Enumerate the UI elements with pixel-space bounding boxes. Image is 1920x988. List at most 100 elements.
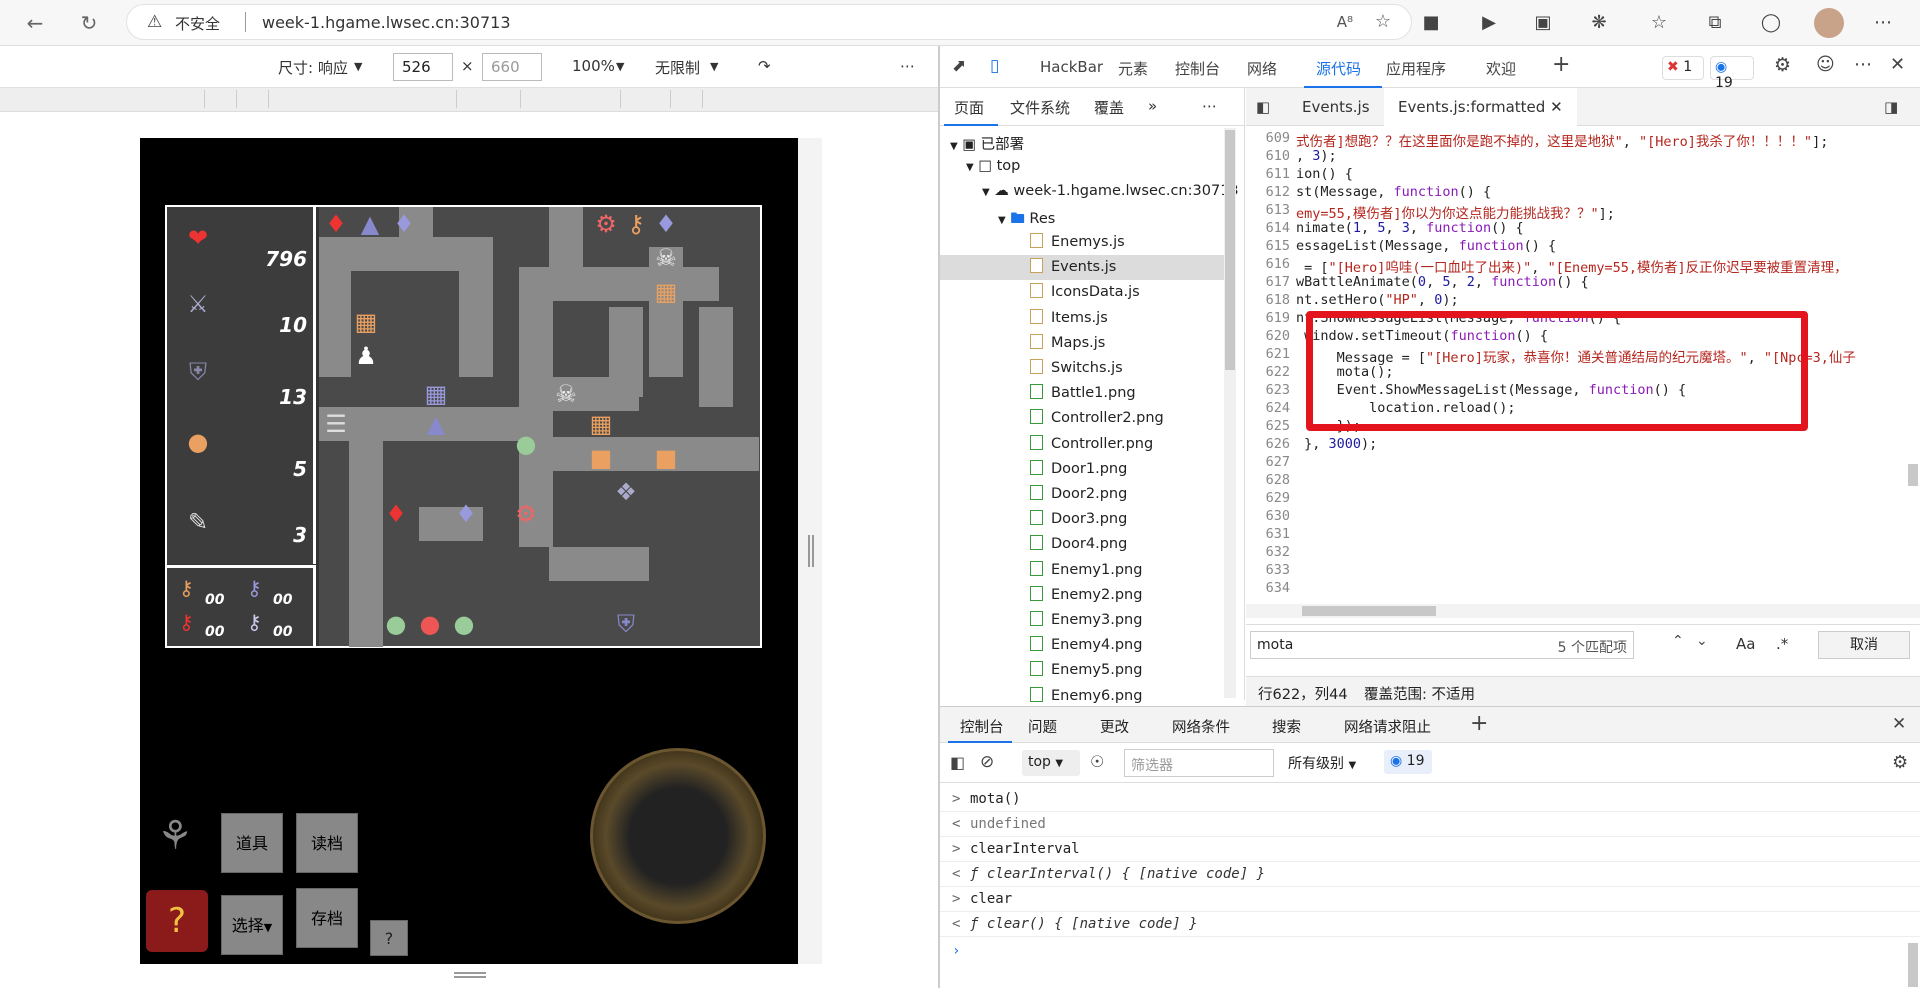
file-item[interactable]: Battle1.png [1030, 384, 1136, 401]
regex-button[interactable]: .* [1776, 635, 1788, 653]
url-text[interactable]: week-1.hgame.lwsec.cn:30713 [262, 13, 511, 32]
load-button[interactable]: 读档 [296, 813, 358, 873]
message-badge[interactable]: ◉ 19 [1710, 56, 1754, 91]
filter-input[interactable]: 筛选器 [1124, 749, 1274, 777]
puzzle-icon[interactable]: ❋ [1586, 10, 1612, 36]
tab-network-request-blocking[interactable]: 网络请求阻止 [1344, 716, 1431, 737]
avatar[interactable] [1814, 8, 1844, 38]
file-item[interactable]: Enemy6.png [1030, 686, 1142, 704]
book-icon[interactable]: ? [146, 890, 208, 952]
console-settings-icon[interactable]: ⚙ [1892, 752, 1908, 773]
resize-handle-bottom[interactable] [454, 972, 486, 978]
file-item[interactable]: Controller.png [1030, 434, 1153, 452]
next-match-icon[interactable]: ⌄ [1696, 633, 1708, 649]
file-item[interactable]: Enemy1.png [1030, 560, 1142, 578]
tab-overrides[interactable]: 覆盖 [1094, 97, 1124, 118]
file-item[interactable]: Enemy5.png [1030, 661, 1142, 678]
tab-welcome[interactable]: 欢迎 [1486, 58, 1516, 79]
file-item[interactable]: Door1.png [1030, 459, 1127, 477]
file-item[interactable]: Maps.js [1030, 333, 1105, 351]
extension-icon[interactable]: ■ [1418, 10, 1444, 36]
console-scrollbar[interactable] [1908, 943, 1918, 987]
add-tab-icon[interactable]: + [1470, 711, 1488, 736]
eye-icon[interactable]: ☉ [1090, 752, 1104, 771]
inspect-icon[interactable]: ⬈ [952, 56, 966, 76]
error-badge[interactable]: ✖ 1 [1662, 56, 1704, 80]
dimensions-select[interactable]: 尺寸: 响应 [278, 57, 348, 78]
find-input[interactable]: mota 5 个匹配项 [1250, 631, 1634, 659]
height-input[interactable]: 660 [482, 53, 542, 81]
dpad-controller[interactable] [590, 748, 766, 924]
image-icon[interactable]: ▣ [1530, 10, 1556, 36]
file-item[interactable]: Events.js [1030, 258, 1116, 275]
context-select[interactable]: top ▼ [1022, 750, 1080, 776]
tree-top[interactable]: ▼ □ top [966, 158, 1020, 174]
tab-issues[interactable]: 问题 [1028, 716, 1057, 737]
file-item[interactable]: Enemys.js [1030, 233, 1125, 250]
more-options-icon[interactable]: ⋯ [900, 57, 915, 75]
tab-application[interactable]: 应用程序 [1386, 58, 1446, 79]
resize-handle[interactable] [808, 535, 814, 567]
edge-icon[interactable]: ◯ [1758, 10, 1784, 36]
console-line[interactable]: < undefined [940, 812, 1920, 837]
favorites-icon[interactable]: ☆ [1646, 10, 1672, 36]
user-icon[interactable]: ☺ [1816, 54, 1835, 75]
vertical-scroll-thumb[interactable] [1908, 464, 1918, 486]
console-line[interactable]: < ƒ clear() { [native code] } [940, 912, 1920, 937]
settings-icon[interactable]: ⚙ [1774, 54, 1791, 76]
toggle-navigator-icon[interactable]: ◧ [1256, 98, 1270, 116]
close-tab-icon[interactable]: ✕ [1550, 98, 1563, 116]
tab-search[interactable]: 搜索 [1272, 716, 1301, 737]
tab-console[interactable]: 控制台 [1175, 58, 1220, 79]
tab-sources[interactable]: 源代码 [1316, 58, 1361, 79]
toggle-debugger-icon[interactable]: ◨ [1884, 98, 1898, 116]
help-button[interactable]: ? [370, 920, 408, 956]
navigator-scrollbar[interactable] [1224, 128, 1236, 698]
console-line[interactable]: > clearInterval [940, 837, 1920, 862]
play-icon[interactable]: ▶ [1476, 10, 1502, 36]
more-tabs-icon[interactable]: » [1148, 97, 1157, 115]
message-count-badge[interactable]: ◉ 19 [1384, 750, 1432, 774]
file-item[interactable]: IconsData.js [1030, 283, 1140, 300]
save-button[interactable]: 存档 [296, 888, 358, 948]
more-icon[interactable]: ⋯ [1854, 54, 1872, 75]
file-item[interactable]: Enemy4.png [1030, 636, 1142, 653]
file-item[interactable]: Enemy2.png [1030, 585, 1142, 603]
rotate-icon[interactable]: ↷ [758, 57, 771, 75]
console-line[interactable]: > mota() [940, 787, 1920, 812]
add-favorite-icon[interactable]: ☆ [1375, 11, 1391, 32]
file-item[interactable]: Controller2.png [1030, 409, 1164, 426]
tab-network-conditions[interactable]: 网络条件 [1172, 716, 1230, 737]
close-drawer-icon[interactable]: ✕ [1892, 714, 1906, 734]
tab-console-drawer[interactable]: 控制台 [960, 716, 1004, 737]
device-emulation-icon[interactable]: ▯ [990, 56, 999, 76]
horizontal-scrollbar[interactable] [1246, 604, 1920, 618]
prev-match-icon[interactable]: ⌃ [1672, 633, 1684, 649]
zoom-select[interactable]: 100% [572, 57, 615, 75]
more-icon[interactable]: ⋯ [1202, 97, 1217, 115]
file-item[interactable]: Enemy3.png [1030, 611, 1142, 628]
levels-select[interactable]: 所有级别 ▼ [1288, 753, 1356, 773]
width-input[interactable]: 526 [393, 53, 453, 81]
add-tab-icon[interactable]: + [1552, 52, 1570, 77]
tab-events-js[interactable]: Events.js [1288, 88, 1384, 126]
read-aloud-icon[interactable]: A⁸ [1337, 13, 1353, 31]
tab-events-formatted[interactable]: Events.js:formatted ✕ [1384, 88, 1577, 126]
console-line[interactable]: > clear [940, 887, 1920, 912]
address-bar[interactable]: ⚠ 不安全 week-1.hgame.lwsec.cn:30713 A⁸ ☆ [126, 4, 1412, 40]
file-item[interactable]: Items.js [1030, 308, 1108, 326]
tree-deployed[interactable]: ▼ ▣ 已部署 [950, 133, 1024, 154]
items-button[interactable]: 道具 [221, 813, 283, 873]
tab-network[interactable]: 网络 [1247, 58, 1277, 79]
more-icon[interactable]: ⋯ [1870, 10, 1896, 36]
tree-origin[interactable]: ▼ ☁ week-1.hgame.lwsec.cn:30713 [982, 183, 1239, 199]
tab-page[interactable]: 页面 [954, 97, 984, 118]
console-prompt[interactable]: › [940, 939, 1920, 964]
throttle-select[interactable]: 无限制 [655, 57, 700, 78]
tab-changes[interactable]: 更改 [1100, 716, 1129, 737]
file-item[interactable]: Door4.png [1030, 535, 1127, 552]
sidebar-toggle-icon[interactable]: ◧ [950, 753, 965, 772]
cancel-button[interactable]: 取消 [1818, 631, 1910, 659]
tab-elements[interactable]: 元素 [1118, 58, 1148, 79]
back-icon[interactable]: ← [20, 8, 50, 38]
